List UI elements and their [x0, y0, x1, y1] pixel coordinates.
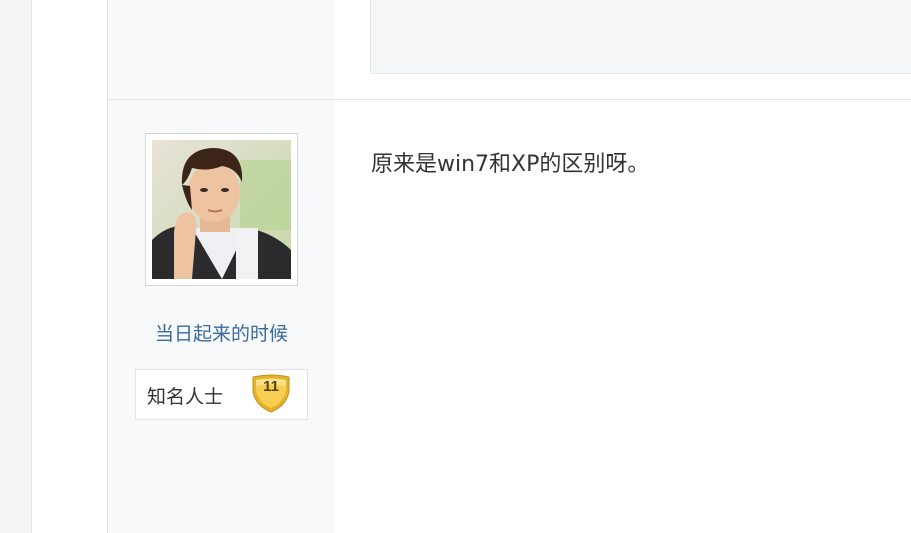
rank-title: 知名人士 [147, 386, 224, 408]
avatar-image[interactable] [152, 140, 291, 279]
post-divider [108, 99, 911, 100]
author-username[interactable]: 当日起来的时候 [108, 319, 335, 346]
left-strip [32, 0, 108, 533]
avatar[interactable] [145, 133, 298, 286]
post-content: 原来是win7和XP的区别呀。 [371, 152, 650, 177]
level-shield-icon: 11 [252, 374, 290, 413]
forum-thread-page: 当日起来的时候 知名人士 11 原来是win7和XP的区别呀。 [0, 0, 911, 533]
left-gutter [0, 0, 32, 533]
avatar-photo-icon [152, 140, 291, 279]
previous-post-box [370, 0, 911, 74]
level-number: 11 [263, 378, 279, 395]
level-badge: 11 [250, 374, 292, 414]
rank-box: 知名人士 11 [135, 369, 308, 420]
